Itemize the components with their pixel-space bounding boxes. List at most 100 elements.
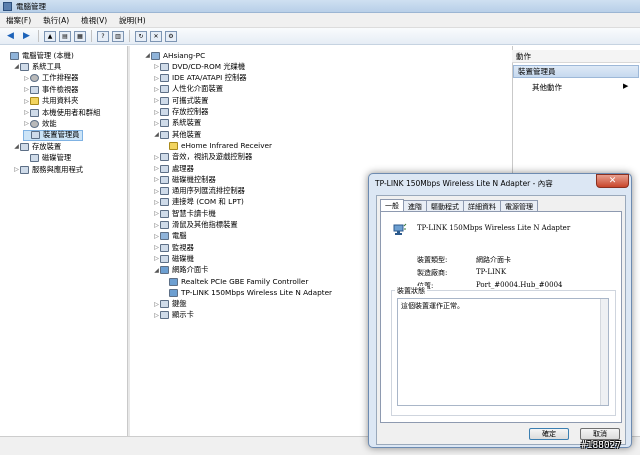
uninstall-icon[interactable]: ✕ (150, 30, 162, 42)
device-tree-item[interactable]: ▷ 音效，視訊及遊戲控制器 (153, 152, 252, 163)
expand-icon[interactable]: ▷ (23, 86, 30, 93)
expand-icon[interactable]: ▷ (153, 199, 160, 206)
actions-more-actions[interactable]: 其他動作 (532, 82, 562, 93)
console-tree-item[interactable]: 磁碟管理 (23, 153, 71, 164)
scan-hardware-icon[interactable]: ⚙ (165, 30, 177, 42)
console-tree-item[interactable]: ▷ 服務與應用程式 (13, 164, 83, 175)
action-pane-icon[interactable]: ▥ (112, 30, 124, 42)
device-tree-item[interactable]: ▷ 人性化介面裝置 (153, 84, 223, 95)
collapse-icon[interactable]: ◢ (13, 143, 20, 150)
device-tree-item[interactable]: TP-LINK 150Mbps Wireless Lite N Adapter (162, 287, 332, 298)
device-tree-item[interactable]: ▷ 存放控制器 (153, 107, 208, 118)
device-tree-label: eHome Infrared Receiver (181, 141, 273, 151)
status-scrollbar[interactable] (600, 299, 608, 405)
device-tree-item[interactable]: ▷ 可攜式裝置 (153, 95, 208, 106)
window-titlebar[interactable]: 電腦管理 (0, 0, 640, 13)
device-tree-item[interactable]: ▷ 磁碟機 (153, 253, 194, 264)
expand-icon[interactable]: ▷ (153, 176, 160, 183)
device-tree-item[interactable]: ▷ IDE ATA/ATAPI 控制器 (153, 73, 247, 84)
expand-icon[interactable]: ▷ (13, 166, 20, 173)
expand-icon[interactable]: ▷ (153, 165, 160, 172)
computer-icon (160, 232, 169, 241)
expand-icon[interactable]: ▷ (153, 86, 160, 93)
device-tree-item[interactable]: ▷ 磁碟機控制器 (153, 174, 216, 185)
device-tree-item[interactable]: ▷ 系統裝置 (153, 118, 201, 129)
device-tree-item[interactable]: ▷ 通用序列匯流排控制器 (153, 186, 245, 197)
tools-icon (20, 62, 29, 71)
device-tree-item[interactable]: ▷ 滑鼠及其他指標裝置 (153, 220, 238, 231)
device-tree-label: TP-LINK 150Mbps Wireless Lite N Adapter (181, 288, 333, 298)
device-tree-item[interactable]: ▷ 顯示卡 (153, 310, 194, 321)
console-tree-label: 效能 (42, 118, 57, 128)
portable-icon (160, 96, 169, 105)
expand-icon[interactable]: ▷ (153, 312, 160, 319)
forward-arrow-icon[interactable]: ▶ (20, 30, 33, 43)
expand-icon[interactable]: ▷ (153, 75, 160, 82)
device-tree-item[interactable]: eHome Infrared Receiver (162, 140, 272, 151)
chevron-right-icon[interactable]: ▶ (623, 82, 628, 90)
help-icon[interactable]: ? (97, 30, 109, 42)
device-status-textbox[interactable]: 這個裝置運作正常。 (397, 298, 609, 406)
device-tree-item[interactable]: ▷ DVD/CD-ROM 光碟機 (153, 61, 245, 72)
device-tree-item[interactable]: ▷ 處理器 (153, 163, 194, 174)
toolbar-separator (129, 30, 130, 42)
expand-icon[interactable]: ▷ (153, 188, 160, 195)
ok-button[interactable]: 確定 (529, 428, 569, 440)
device-tree-item[interactable]: ▷ 鍵盤 (153, 299, 187, 310)
up-folder-icon[interactable]: ▲ (44, 30, 56, 42)
device-tree-item[interactable]: ▷ 連接埠 (COM 和 LPT) (153, 197, 244, 208)
console-tree-item[interactable]: 電腦管理 (本機) (3, 50, 74, 61)
network-adapter-icon (169, 288, 178, 297)
collapse-icon[interactable]: ◢ (153, 267, 160, 274)
menu-help[interactable]: 說明(H) (119, 15, 146, 26)
actions-section-device-manager[interactable]: 裝置管理員 (513, 65, 639, 78)
console-tree-item[interactable]: ◢ 存放裝置 (13, 141, 61, 152)
usb-icon (160, 187, 169, 196)
device-tree-item[interactable]: ◢ 其他裝置 (153, 129, 201, 140)
expand-icon[interactable]: ▷ (153, 233, 160, 240)
console-tree-item[interactable]: ▷ 效能 (23, 118, 57, 129)
expand-icon[interactable]: ▷ (23, 120, 30, 127)
expand-icon[interactable]: ▷ (153, 255, 160, 262)
expand-icon[interactable]: ▷ (153, 154, 160, 161)
device-tree-item[interactable]: ◢ AHsiang-PC (144, 50, 205, 61)
expand-icon[interactable]: ▷ (153, 301, 160, 308)
expand-icon[interactable]: ▷ (153, 120, 160, 127)
console-tree-item[interactable]: 裝置管理員 (23, 129, 84, 141)
update-driver-icon[interactable]: ↻ (135, 30, 147, 42)
console-tree-item[interactable]: ▷ 事件檢視器 (23, 84, 78, 95)
screen: 電腦管理 檔案(F) 執行(A) 檢視(V) 說明(H) ◀ ▶ ▲ ▤ ▦ ?… (0, 0, 640, 455)
device-tree-item[interactable]: ▷ 監視器 (153, 242, 194, 253)
expand-icon[interactable]: ▷ (153, 244, 160, 251)
console-tree-item[interactable]: ◢ 系統工具 (13, 61, 61, 72)
expand-icon[interactable]: ▷ (23, 75, 30, 82)
disk-drive-icon (160, 254, 169, 263)
device-tree-item[interactable]: ▷ 智慧卡讀卡機 (153, 208, 216, 219)
back-arrow-icon[interactable]: ◀ (4, 30, 17, 43)
device-tree-item[interactable]: ◢ 網路介面卡 (153, 265, 208, 276)
collapse-icon[interactable]: ◢ (13, 63, 20, 70)
show-hide-tree-icon[interactable]: ▤ (59, 30, 71, 42)
expand-icon[interactable]: ▷ (153, 109, 160, 116)
console-tree-item[interactable]: ▷ 共用資料夾 (23, 96, 78, 107)
menu-view[interactable]: 檢視(V) (81, 15, 107, 26)
close-icon[interactable]: ✕ (596, 174, 629, 188)
expand-icon[interactable]: ▷ (23, 109, 30, 116)
device-tree-label: 存放控制器 (172, 107, 209, 116)
device-tree-item[interactable]: ▷ 電腦 (153, 231, 187, 242)
expand-icon[interactable]: ▷ (153, 222, 160, 229)
console-tree-item[interactable]: ▷ 本機使用者和群組 (23, 107, 100, 118)
menu-file[interactable]: 檔案(F) (6, 15, 31, 26)
expand-icon[interactable]: ▷ (153, 63, 160, 70)
expand-icon[interactable]: ▷ (23, 98, 30, 105)
expand-icon[interactable]: ▷ (153, 210, 160, 217)
expand-icon[interactable]: ▷ (153, 97, 160, 104)
properties-icon[interactable]: ▦ (74, 30, 86, 42)
network-adapter-icon (393, 223, 407, 235)
collapse-icon[interactable]: ◢ (144, 52, 151, 59)
menu-action[interactable]: 執行(A) (43, 15, 69, 26)
cancel-button[interactable]: 取消 (580, 428, 620, 440)
console-tree-item[interactable]: ▷ 工作排程器 (23, 73, 78, 84)
device-tree-item[interactable]: Realtek PCIe GBE Family Controller (162, 276, 308, 287)
collapse-icon[interactable]: ◢ (153, 131, 160, 138)
